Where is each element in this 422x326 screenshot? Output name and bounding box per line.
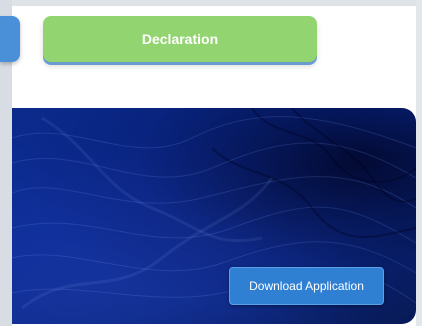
download-application-button[interactable]: Download Application <box>229 267 384 305</box>
right-border <box>416 0 422 326</box>
declaration-label: Declaration <box>141 31 219 47</box>
download-application-label: Download Application <box>249 279 364 293</box>
declaration-step-button[interactable]: Declaration <box>43 16 317 62</box>
top-border <box>0 0 422 6</box>
previous-step-tab[interactable] <box>0 16 20 62</box>
